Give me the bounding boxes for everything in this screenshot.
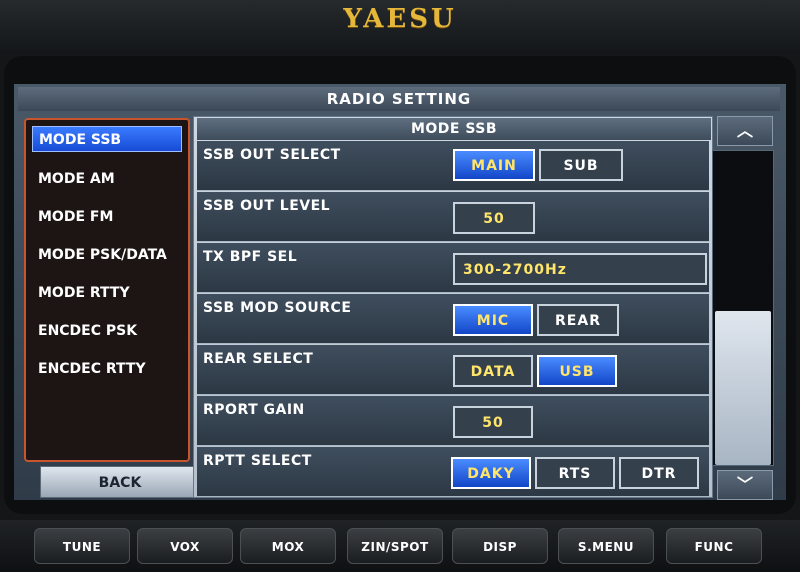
option-mic-button[interactable]: MIC xyxy=(453,304,533,336)
chevron-down-icon: ﹀ xyxy=(736,475,753,494)
menu-item-encdec-psk[interactable]: ENCDEC PSK xyxy=(32,318,182,344)
tune-key[interactable]: TUNE xyxy=(34,528,130,564)
option-data-button[interactable]: DATA xyxy=(453,355,533,387)
disp-key[interactable]: DISP xyxy=(452,528,548,564)
scroll-up-button[interactable]: ︿ xyxy=(717,116,773,146)
setting-row-rear-select: REAR SELECT DATA USB xyxy=(197,345,709,395)
rport-gain-value[interactable]: 50 xyxy=(453,406,533,438)
menu-item-mode-am[interactable]: MODE AM xyxy=(32,166,182,192)
menu-item-mode-ssb[interactable]: MODE SSB xyxy=(32,126,182,152)
func-key[interactable]: FUNC xyxy=(666,528,762,564)
setting-label: SSB OUT LEVEL xyxy=(203,198,331,214)
panel-title: MODE SSB xyxy=(197,118,711,140)
setting-row-ssb-out-select: SSB OUT SELECT MAIN SUB xyxy=(197,141,709,191)
page-title: RADIO SETTING xyxy=(18,87,780,111)
setting-label: RPORT GAIN xyxy=(203,402,305,418)
setting-row-rptt-select: RPTT SELECT DAKY RTS DTR xyxy=(197,447,709,497)
scrollbar-track[interactable] xyxy=(712,150,774,466)
mox-key[interactable]: MOX xyxy=(240,528,336,564)
ssb-out-level-value[interactable]: 50 xyxy=(453,202,535,234)
menu-item-encdec-rtty[interactable]: ENCDEC RTTY xyxy=(32,356,182,382)
menu-item-mode-psk-data[interactable]: MODE PSK/DATA xyxy=(32,242,182,268)
option-rts-button[interactable]: RTS xyxy=(535,457,615,489)
scrollbar-thumb[interactable] xyxy=(715,311,771,465)
setting-label: SSB OUT SELECT xyxy=(203,147,341,163)
option-main-button[interactable]: MAIN xyxy=(453,149,535,181)
vox-key[interactable]: VOX xyxy=(137,528,233,564)
setting-label: RPTT SELECT xyxy=(203,453,312,469)
settings-category-menu: MODE SSB MODE AM MODE FM MODE PSK/DATA M… xyxy=(24,118,190,462)
menu-item-mode-fm[interactable]: MODE FM xyxy=(32,204,182,230)
setting-label: TX BPF SEL xyxy=(203,249,298,265)
radio-bezel-top: YAESU xyxy=(0,0,800,50)
scroll-down-button[interactable]: ﹀ xyxy=(717,470,773,500)
option-dtr-button[interactable]: DTR xyxy=(619,457,699,489)
zin-spot-key[interactable]: ZIN/SPOT xyxy=(347,528,443,564)
menu-item-mode-rtty[interactable]: MODE RTTY xyxy=(32,280,182,306)
setting-label: SSB MOD SOURCE xyxy=(203,300,352,316)
option-rear-button[interactable]: REAR xyxy=(537,304,619,336)
setting-row-tx-bpf-sel: TX BPF SEL 300-2700Hz xyxy=(197,243,709,293)
option-sub-button[interactable]: SUB xyxy=(539,149,623,181)
chevron-up-icon: ︿ xyxy=(736,121,753,140)
tx-bpf-value[interactable]: 300-2700Hz xyxy=(453,253,707,285)
setting-row-rport-gain: RPORT GAIN 50 xyxy=(197,396,709,446)
setting-row-ssb-out-level: SSB OUT LEVEL 50 xyxy=(197,192,709,242)
setting-label: REAR SELECT xyxy=(203,351,314,367)
setting-row-ssb-mod-source: SSB MOD SOURCE MIC REAR xyxy=(197,294,709,344)
back-button[interactable]: BACK xyxy=(40,466,200,498)
brand-logo: YAESU xyxy=(343,4,457,34)
option-usb-button[interactable]: USB xyxy=(537,355,617,387)
option-daky-button[interactable]: DAKY xyxy=(451,457,531,489)
s-menu-key[interactable]: S.MENU xyxy=(558,528,654,564)
